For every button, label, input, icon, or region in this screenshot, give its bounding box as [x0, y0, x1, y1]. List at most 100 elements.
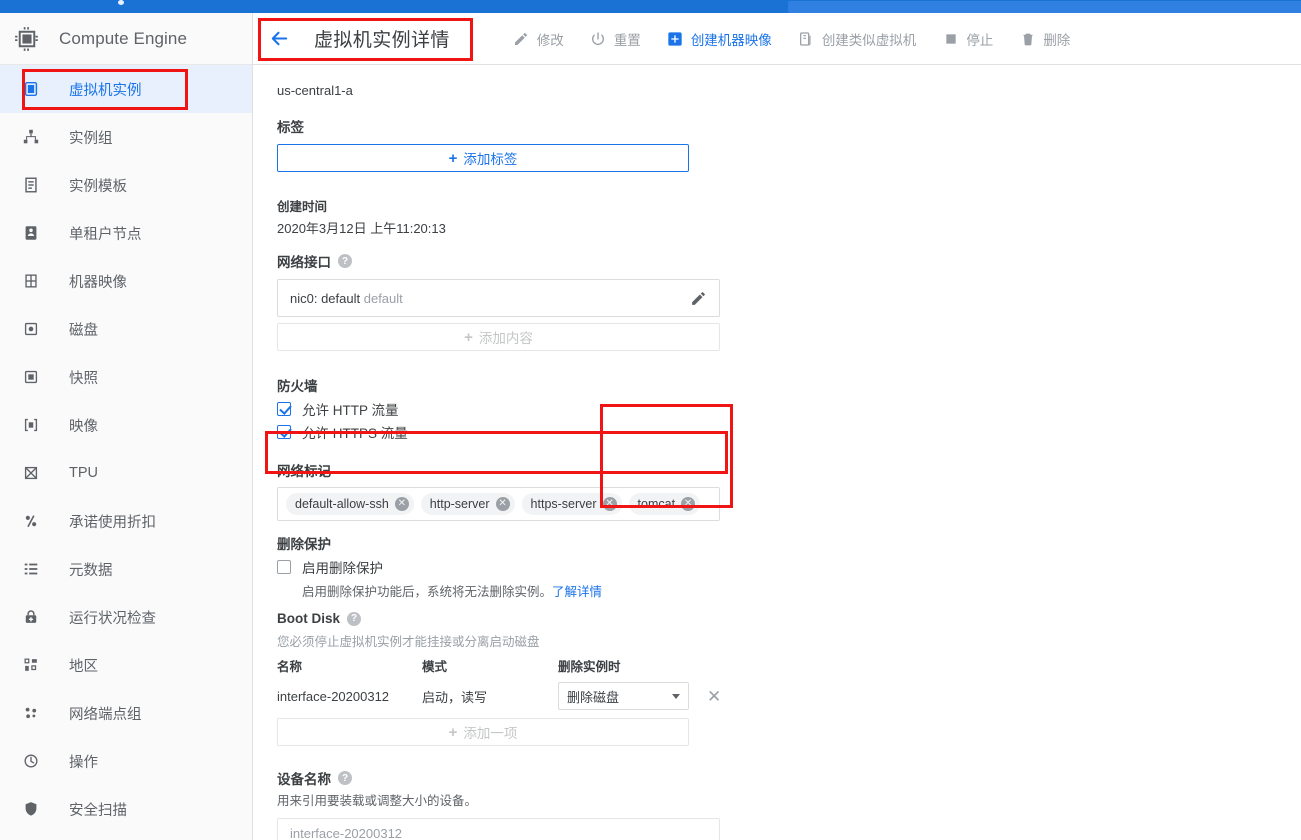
chip-remove-icon[interactable]: ✕ [495, 497, 510, 511]
toolbar-edit-button[interactable]: 修改 [500, 21, 577, 57]
delete-protection-hint-text: 启用删除保护功能后，系统将无法删除实例。 [302, 585, 553, 599]
sidebar-item-instance-groups[interactable]: 实例组 [0, 113, 252, 161]
zone-value: us-central1-a [277, 83, 353, 98]
toolbar-reset-button[interactable]: 重置 [577, 21, 654, 57]
sidebar-item-label: 运行状况检查 [69, 610, 156, 627]
toolbar-item-label: 删除 [1043, 32, 1071, 48]
boot-disk-notice: 您必须停止虚拟机实例才能挂接或分离启动磁盘 [277, 635, 540, 649]
network-tag-chip[interactable]: http-server ✕ [420, 493, 515, 515]
device-name-input[interactable]: interface-20200312 [277, 818, 720, 840]
page-header: 虚拟机实例详情 修改 重置 创建机器映像 创建类似虚拟机 停止 删除 [253, 13, 1301, 65]
sidebar-item-sole-tenant-nodes[interactable]: 单租户节点 [0, 209, 252, 257]
instance-template-icon [21, 175, 41, 195]
toolbar-create-similar-vm-button[interactable]: 创建类似虚拟机 [785, 21, 930, 57]
created-value: 2020年3月12日 上午11:20:13 [277, 221, 446, 236]
plus-icon: + [464, 328, 473, 346]
chevron-down-icon [672, 693, 680, 699]
boot-disk-heading-text: Boot Disk [277, 611, 341, 626]
allow-https-label: 允许 HTTPS 流量 [302, 426, 408, 441]
sidebar-item-health-checks[interactable]: 运行状况检查 [0, 593, 252, 641]
snapshot-icon [21, 367, 41, 387]
chip-label: https-server [530, 497, 597, 511]
toolbar-item-label: 停止 [966, 32, 994, 48]
app-root: Compute Engine 虚拟机实例 实例组 实例模板 单租户节点 机器映像… [0, 0, 1301, 840]
allow-http-checkbox[interactable] [277, 402, 291, 416]
chip-remove-icon[interactable]: ✕ [681, 497, 696, 511]
sidebar-item-label: 机器映像 [69, 274, 127, 291]
close-x-icon[interactable]: ✕ [707, 688, 721, 705]
allow-https-row[interactable]: 允许 HTTPS 流量 [277, 422, 1301, 442]
sidebar-item-machine-images[interactable]: 机器映像 [0, 257, 252, 305]
main-panel: 虚拟机实例详情 修改 重置 创建机器映像 创建类似虚拟机 停止 删除 us-ce… [253, 13, 1301, 840]
chip-label: default-allow-ssh [295, 497, 389, 511]
sidebar-item-images[interactable]: 映像 [0, 401, 252, 449]
toolbar-delete-button[interactable]: 删除 [1006, 21, 1083, 57]
percent-icon [21, 511, 41, 531]
trash-icon [1019, 30, 1036, 47]
action-toolbar: 修改 重置 创建机器映像 创建类似虚拟机 停止 删除 [500, 21, 1084, 57]
sidebar-item-os-patch-management[interactable]: 操作系统补丁程序管理 [0, 833, 252, 840]
chip-remove-icon[interactable]: ✕ [602, 497, 617, 511]
column-name: 名称 [277, 660, 303, 674]
boot-disk-table-header: 名称 模式 删除实例时 [277, 656, 1301, 675]
allow-http-row[interactable]: 允许 HTTP 流量 [277, 399, 1301, 419]
page-title: 虚拟机实例详情 [314, 30, 450, 51]
sidebar-nav: 虚拟机实例 实例组 实例模板 单租户节点 机器映像 磁盘 快照 映像 TPU 承… [0, 65, 252, 840]
help-icon[interactable]: ? [347, 611, 362, 626]
sidebar-item-instance-templates[interactable]: 实例模板 [0, 161, 252, 209]
boot-disk-row: interface-20200312 启动，读写 删除磁盘 ✕ [277, 682, 1301, 710]
column-mode: 模式 [422, 660, 448, 674]
network-interface-row[interactable]: nic0: default default [277, 279, 720, 317]
learn-more-link[interactable]: 了解详情 [552, 585, 602, 599]
pencil-icon [513, 30, 530, 47]
delete-protection-checkbox[interactable] [277, 560, 291, 574]
nic-subnet: default [363, 290, 403, 306]
sidebar-item-security-scans[interactable]: 安全扫描 [0, 785, 252, 833]
boot-disk-on-delete-select[interactable]: 删除磁盘 [558, 682, 689, 710]
column-on-delete: 删除实例时 [558, 660, 621, 674]
sidebar-item-label: 实例模板 [69, 178, 127, 195]
allow-https-checkbox[interactable] [277, 425, 291, 439]
network-tags-input[interactable]: default-allow-ssh ✕ http-server ✕ https-… [277, 487, 720, 521]
firewall-heading-text: 防火墙 [277, 379, 318, 394]
copy-vm-icon [798, 30, 815, 47]
sidebar-item-label: 元数据 [69, 562, 113, 579]
network-interface-heading: 网络接口 ? [277, 251, 1301, 271]
delete-protection-row[interactable]: 启用删除保护 [277, 557, 1301, 577]
tpu-icon [21, 463, 41, 483]
topbar-menu-dot [118, 0, 124, 5]
toolbar-create-machine-image-button[interactable]: 创建机器映像 [654, 21, 785, 57]
sidebar-item-regions[interactable]: 地区 [0, 641, 252, 689]
sidebar-item-label: 实例组 [69, 130, 113, 147]
instance-details-form: us-central1-a 标签 + 添加标签 创建时间 2020年3月12日 … [253, 65, 1301, 840]
sidebar-item-metadata[interactable]: 元数据 [0, 545, 252, 593]
sidebar-item-tpu[interactable]: TPU [0, 449, 252, 497]
sidebar-item-network-endpoint-groups[interactable]: 网络端点组 [0, 689, 252, 737]
sidebar-item-label: 磁盘 [69, 322, 98, 339]
sidebar-item-snapshots[interactable]: 快照 [0, 353, 252, 401]
sidebar-item-committed-use-discounts[interactable]: 承诺使用折扣 [0, 497, 252, 545]
add-network-interface-button: + 添加内容 [277, 323, 720, 351]
toolbar-stop-button[interactable]: 停止 [929, 21, 1006, 57]
boot-disk-heading: Boot Disk ? [277, 611, 1301, 626]
add-label-button[interactable]: + 添加标签 [277, 144, 689, 172]
help-icon[interactable]: ? [338, 254, 352, 268]
chip-remove-icon[interactable]: ✕ [394, 497, 409, 511]
nic-name: nic0: default [290, 290, 361, 306]
machine-image-icon [21, 271, 41, 291]
sidebar-item-vm-instances[interactable]: 虚拟机实例 [0, 65, 252, 113]
pencil-icon[interactable] [690, 290, 707, 307]
toolbar-item-label: 创建机器映像 [690, 32, 772, 48]
firewall-heading: 防火墙 [277, 375, 1301, 395]
sidebar-item-label: 网络端点组 [69, 706, 142, 723]
created-heading: 创建时间 [277, 200, 328, 214]
global-search-input[interactable] [788, 1, 1301, 13]
sidebar: Compute Engine 虚拟机实例 实例组 实例模板 单租户节点 机器映像… [0, 13, 253, 840]
sidebar-item-disks[interactable]: 磁盘 [0, 305, 252, 353]
network-tag-chip[interactable]: default-allow-ssh ✕ [286, 493, 414, 515]
network-tag-chip[interactable]: tomcat ✕ [628, 493, 701, 515]
help-icon[interactable]: ? [338, 771, 352, 785]
back-arrow-icon[interactable] [266, 26, 292, 52]
sidebar-item-operations[interactable]: 操作 [0, 737, 252, 785]
network-tag-chip[interactable]: https-server ✕ [521, 493, 622, 515]
